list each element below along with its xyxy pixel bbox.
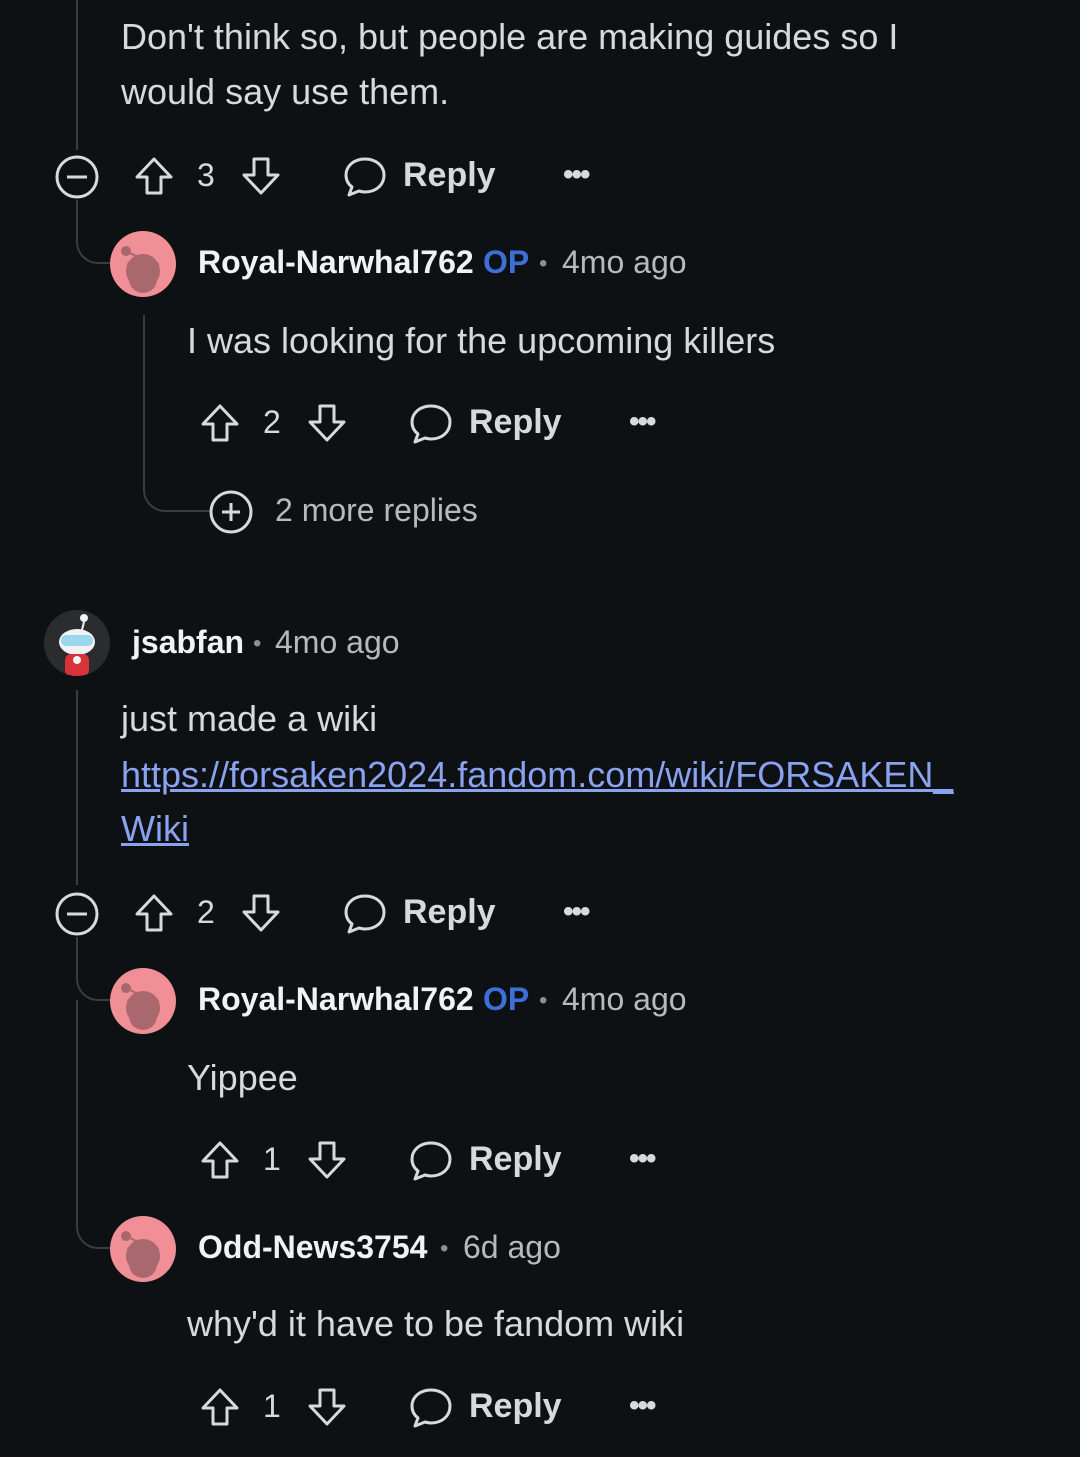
collapse-minus-icon[interactable] (54, 891, 100, 937)
reply-label: Reply (403, 156, 496, 194)
wiki-link[interactable]: https://forsaken2024.fandom.com/wiki/FOR… (121, 748, 953, 802)
comment-timestamp: 6d ago (463, 1229, 561, 1265)
thread-line-c1 (76, 0, 78, 150)
more-options-icon[interactable]: ••• (629, 1389, 656, 1423)
meta-separator: • (539, 987, 548, 1014)
collapse-minus-icon[interactable] (54, 154, 100, 200)
comment-username[interactable]: Royal-Narwhal762 (198, 981, 474, 1018)
upvote-arrow-icon[interactable] (133, 155, 175, 197)
speech-bubble-icon (408, 401, 454, 447)
snoo-avatar-icon[interactable] (110, 1216, 176, 1282)
meta-separator: • (539, 250, 548, 277)
expand-plus-icon (208, 489, 254, 535)
speech-bubble-icon (408, 1385, 454, 1431)
more-options-icon[interactable]: ••• (629, 1142, 656, 1176)
speech-bubble-icon (342, 891, 388, 937)
downvote-arrow-icon[interactable] (240, 155, 282, 197)
reply-button[interactable]: Reply (408, 1136, 562, 1186)
op-badge: OP (483, 981, 530, 1017)
thread-line-c2 (143, 315, 145, 465)
thread-line-c3 (76, 690, 78, 885)
downvote-arrow-icon[interactable] (306, 402, 348, 444)
upvote-arrow-icon[interactable] (199, 1139, 241, 1181)
more-options-icon[interactable]: ••• (563, 895, 590, 929)
downvote-arrow-icon[interactable] (240, 892, 282, 934)
thread-line-c4-to-c5 (76, 1000, 78, 1190)
comment-username[interactable]: Royal-Narwhal762 (198, 244, 474, 281)
downvote-arrow-icon[interactable] (306, 1139, 348, 1181)
comment-username[interactable]: Odd-News3754 (198, 1229, 427, 1266)
thread-curve-to-c4 (76, 937, 110, 1001)
reply-label: Reply (469, 1387, 562, 1425)
snoo-avatar-icon[interactable] (110, 231, 176, 297)
reply-button[interactable]: Reply (342, 889, 496, 939)
thread-curve-to-c5 (76, 1185, 110, 1249)
vote-score: 1 (263, 1141, 281, 1177)
op-badge: OP (483, 244, 530, 280)
reply-label: Reply (469, 403, 562, 441)
reply-button[interactable]: Reply (408, 399, 562, 449)
comment-body: why'd it have to be fandom wiki (187, 1303, 685, 1344)
comment-timestamp: 4mo ago (562, 244, 687, 280)
vote-score: 1 (263, 1388, 281, 1424)
snoo-avatar-icon[interactable] (110, 968, 176, 1034)
comment-timestamp: 4mo ago (562, 981, 687, 1017)
reply-label: Reply (469, 1140, 562, 1178)
more-replies-button[interactable]: 2 more replies (208, 489, 498, 535)
speech-bubble-icon (342, 154, 388, 200)
vote-score: 2 (263, 404, 281, 440)
downvote-arrow-icon[interactable] (306, 1386, 348, 1428)
more-options-icon[interactable]: ••• (629, 405, 656, 439)
comment-username[interactable]: jsabfan (132, 624, 244, 661)
reply-button[interactable]: Reply (408, 1383, 562, 1433)
meta-separator: • (253, 630, 262, 657)
user-avatar[interactable] (44, 610, 110, 676)
more-replies-label: 2 more replies (275, 492, 478, 528)
comment-body: I was looking for the upcoming killers (187, 320, 776, 361)
thread-curve-to-c2 (76, 200, 110, 264)
comment-timestamp: 4mo ago (275, 624, 400, 660)
comment-body: just made a wiki (121, 698, 378, 739)
reply-label: Reply (403, 893, 496, 931)
comment-body-line: would say use them. (121, 71, 450, 112)
thread-curve-to-more-replies (143, 460, 209, 512)
wiki-link-continued[interactable]: Wiki (121, 802, 189, 856)
comment-body-line: Don't think so, but people are making gu… (121, 16, 899, 57)
meta-separator: • (440, 1235, 449, 1262)
upvote-arrow-icon[interactable] (133, 892, 175, 934)
reply-button[interactable]: Reply (342, 152, 496, 202)
upvote-arrow-icon[interactable] (199, 1386, 241, 1428)
vote-score: 2 (197, 894, 215, 930)
vote-score: 3 (197, 157, 215, 193)
upvote-arrow-icon[interactable] (199, 402, 241, 444)
more-options-icon[interactable]: ••• (563, 158, 590, 192)
comment-body: Yippee (187, 1057, 298, 1098)
speech-bubble-icon (408, 1138, 454, 1184)
